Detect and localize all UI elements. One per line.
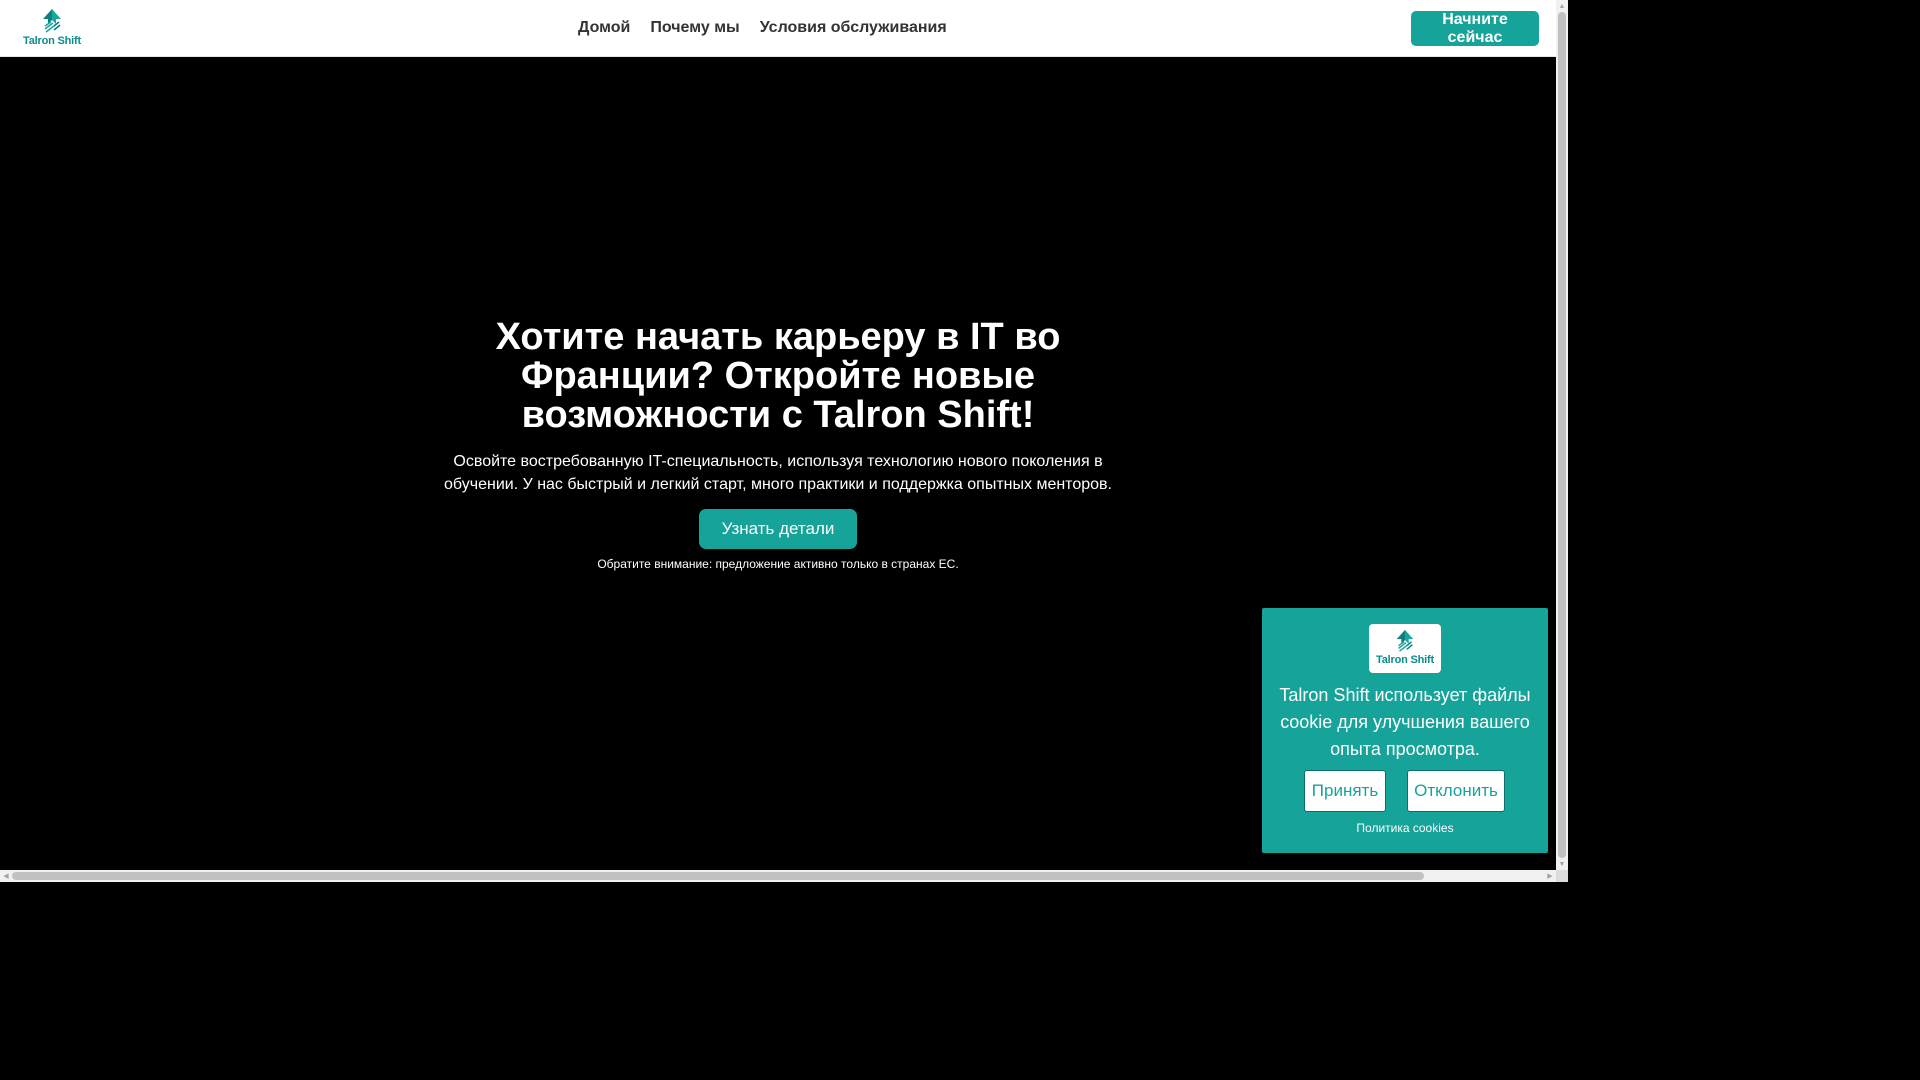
site-logo[interactable]: Talron Shift	[18, 8, 86, 52]
scroll-up-icon[interactable]: ▲	[1556, 0, 1568, 12]
page: Talron Shift Домой Почему мы Условия обс…	[0, 0, 1556, 870]
learn-details-button[interactable]: Узнать детали	[699, 509, 857, 549]
hero-note: Обратите внимание: предложение активно т…	[597, 557, 959, 571]
cookie-banner: Talron Shift Talron Shift использует фай…	[1262, 608, 1548, 853]
decline-cookies-button[interactable]: Отклонить	[1407, 770, 1505, 812]
nav-item-terms[interactable]: Условия обслуживания	[750, 19, 957, 37]
logo-text: Talron Shift	[23, 35, 81, 47]
accept-cookies-button[interactable]: Принять	[1304, 770, 1386, 812]
scroll-right-icon[interactable]: ▶	[1544, 870, 1556, 882]
horizontal-scroll-thumb[interactable]	[12, 872, 1424, 880]
main-nav: Домой Почему мы Условия обслуживания	[568, 0, 957, 56]
cookie-message: Talron Shift использует файлы cookie для…	[1279, 685, 1531, 759]
start-now-button[interactable]: Начните сейчас	[1411, 11, 1539, 46]
horizontal-scrollbar[interactable]: ◀ ▶	[0, 870, 1556, 882]
arrow-up-icon	[1396, 629, 1414, 652]
vertical-scrollbar[interactable]: ▲ ▼	[1556, 0, 1568, 870]
scroll-down-icon[interactable]: ▼	[1556, 858, 1568, 870]
nav-item-home[interactable]: Домой	[568, 19, 640, 37]
hero-subtitle: Освойте востребованную IT-специальность,…	[444, 453, 1112, 493]
cookie-policy-link[interactable]: Политика cookies	[1262, 821, 1548, 835]
scroll-left-icon[interactable]: ◀	[0, 870, 12, 882]
cookie-logo-text: Talron Shift	[1376, 654, 1434, 666]
cookie-logo: Talron Shift	[1369, 624, 1441, 673]
arrow-up-icon	[43, 9, 61, 33]
hero-section: Хотите начать карьеру в IT во Франции? О…	[420, 316, 1136, 572]
nav-item-why-us[interactable]: Почему мы	[640, 19, 749, 37]
vertical-scroll-thumb[interactable]	[1558, 12, 1566, 858]
scrollbar-corner	[1556, 870, 1568, 882]
site-header: Talron Shift Домой Почему мы Условия обс…	[0, 0, 1556, 57]
hero-title: Хотите начать карьеру в IT во Франции? О…	[495, 316, 1061, 436]
